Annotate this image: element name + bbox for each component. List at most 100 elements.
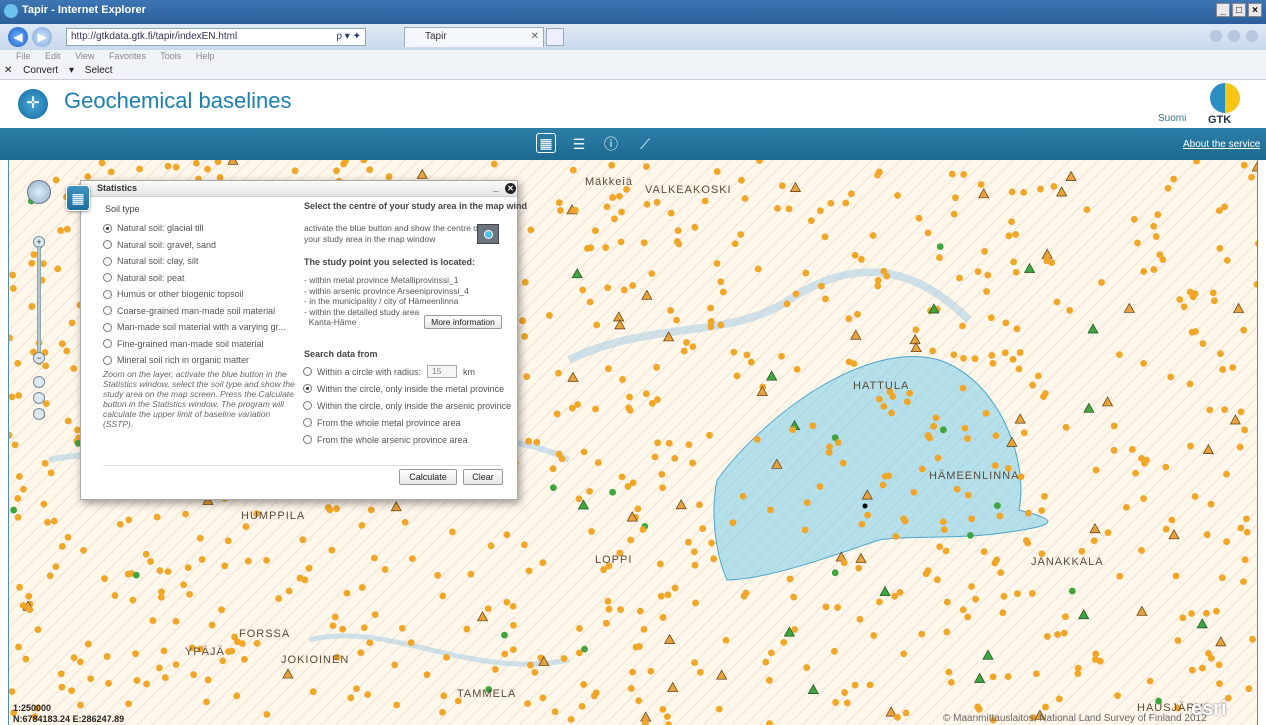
zoom-box-in-icon[interactable] — [33, 392, 45, 404]
favorites-star-icon[interactable] — [1228, 30, 1240, 42]
sample-point — [894, 713, 901, 721]
sample-point — [924, 229, 932, 237]
search-dropdown-icon[interactable]: ρ ▾ ✦ — [336, 31, 361, 42]
forward-icon[interactable]: ▶ — [32, 27, 52, 47]
radio[interactable] — [103, 273, 112, 283]
radio[interactable] — [103, 256, 112, 266]
sample-point — [896, 589, 904, 596]
sample-point — [1024, 509, 1032, 517]
zoom-slider[interactable] — [37, 246, 41, 356]
map-label-janakkala: JANAKKALA — [1031, 556, 1104, 568]
sample-point — [883, 272, 891, 280]
sample-point — [1191, 493, 1199, 500]
sample-point — [291, 167, 299, 175]
language-link[interactable]: Suomi — [1158, 113, 1186, 124]
url-input[interactable]: http://gtkdata.gtk.fi/tapir/indexEN.html… — [66, 28, 366, 46]
measure-icon[interactable]: ⟋ — [635, 133, 655, 155]
menu-tools[interactable]: Tools — [160, 51, 181, 61]
more-information-button[interactable]: More information — [424, 315, 502, 329]
soil-option[interactable]: Humus or other biogenic topsoil — [103, 286, 286, 303]
sample-point — [580, 681, 588, 688]
back-icon[interactable]: ◀ — [8, 27, 28, 47]
search-option[interactable]: Within a circle with radius: 15 km — [303, 363, 511, 380]
search-option[interactable]: Within the circle, only inside the metal… — [303, 380, 511, 397]
menu-file[interactable]: File — [16, 51, 31, 61]
soil-option[interactable]: Coarse-grained man-made soil material — [103, 303, 286, 320]
close-panel-icon[interactable]: ✕ — [505, 183, 516, 194]
radius-input[interactable]: 15 — [427, 365, 458, 378]
menu-favorites[interactable]: Favorites — [109, 51, 146, 61]
radio-selected[interactable] — [103, 223, 112, 233]
sample-point — [608, 161, 616, 169]
maximize-button[interactable]: □ — [1232, 3, 1246, 17]
sample-point — [581, 645, 588, 653]
calculator-icon[interactable]: ▦ — [536, 133, 556, 153]
new-tab-button[interactable] — [546, 28, 564, 46]
menu-view[interactable]: View — [75, 51, 94, 61]
radio-selected[interactable] — [303, 384, 312, 393]
command-close-icon[interactable]: ✕ — [4, 65, 12, 76]
select-button[interactable]: Select — [85, 65, 113, 76]
clear-button[interactable]: Clear — [463, 469, 503, 485]
sample-point — [665, 439, 673, 447]
statistics-calculator-icon[interactable]: ▦ — [66, 185, 90, 211]
soil-option-label: Fine-grained man-made soil material — [117, 338, 264, 349]
search-option[interactable]: Within the circle, only inside the arsen… — [303, 397, 511, 414]
minimize-panel-icon[interactable]: _ — [493, 182, 499, 193]
radio[interactable] — [303, 435, 312, 444]
sample-point — [579, 286, 587, 294]
tab-close-icon[interactable]: ✕ — [531, 31, 539, 42]
radio[interactable] — [103, 322, 112, 332]
radio[interactable] — [303, 401, 312, 410]
radio[interactable] — [103, 355, 112, 365]
menu-edit[interactable]: Edit — [45, 51, 61, 61]
sample-point — [533, 438, 541, 446]
soil-option[interactable]: Mineral soil rich in organic matter — [103, 352, 286, 369]
radio[interactable] — [103, 339, 112, 349]
sample-point — [1098, 279, 1105, 286]
info-icon[interactable]: ⓘ — [601, 133, 621, 155]
sample-point — [1010, 258, 1017, 266]
locate-centre-button[interactable] — [477, 224, 499, 244]
soil-option[interactable]: Natural soil: peat — [103, 270, 286, 287]
sample-point — [491, 665, 499, 673]
zoom-out-button[interactable]: − — [33, 352, 45, 364]
calculate-button[interactable]: Calculate — [399, 469, 457, 485]
zoom-box-out-icon[interactable] — [33, 408, 45, 420]
about-service-link[interactable]: About the service — [1183, 139, 1260, 150]
sample-point — [989, 673, 997, 681]
sample-point — [503, 531, 511, 539]
search-option[interactable]: From the whole metal province area — [303, 414, 511, 431]
radio[interactable] — [303, 367, 312, 376]
sample-point — [487, 542, 495, 550]
minimize-button[interactable]: _ — [1216, 3, 1230, 17]
sample-point — [68, 687, 75, 695]
sample-point — [845, 315, 853, 323]
tab-tapir[interactable]: Tapir ✕ — [404, 27, 544, 47]
soil-option[interactable]: Natural soil: gravel, sand — [103, 237, 286, 254]
soil-option[interactable]: Man-made soil material with a varying gr… — [103, 319, 286, 336]
radio[interactable] — [103, 306, 112, 316]
hand-tool-icon[interactable] — [33, 376, 45, 388]
sample-point — [801, 526, 809, 534]
radio[interactable] — [103, 289, 112, 299]
sample-point — [943, 598, 951, 606]
list-icon[interactable]: ☰ — [569, 133, 589, 155]
sample-point — [854, 310, 861, 318]
pan-control-icon[interactable] — [27, 180, 51, 204]
radio[interactable] — [303, 418, 312, 427]
statistics-panel-header[interactable]: Statistics _ ✕ — [81, 181, 517, 197]
sample-point — [587, 244, 595, 252]
settings-gear-icon[interactable] — [1246, 30, 1258, 42]
radio[interactable] — [103, 240, 112, 250]
home-icon[interactable] — [1210, 30, 1222, 42]
menu-help[interactable]: Help — [196, 51, 215, 61]
convert-button[interactable]: Convert — [23, 65, 58, 76]
convert-dropdown-icon[interactable]: ▾ — [69, 65, 74, 76]
soil-option[interactable]: Fine-grained man-made soil material — [103, 336, 286, 353]
search-option[interactable]: From the whole arsenic province area — [303, 431, 511, 448]
sample-point — [1012, 231, 1020, 238]
close-window-button[interactable]: × — [1248, 3, 1262, 17]
soil-option[interactable]: Natural soil: clay, silt — [103, 253, 286, 270]
soil-option[interactable]: Natural soil: glacial till — [103, 220, 286, 237]
